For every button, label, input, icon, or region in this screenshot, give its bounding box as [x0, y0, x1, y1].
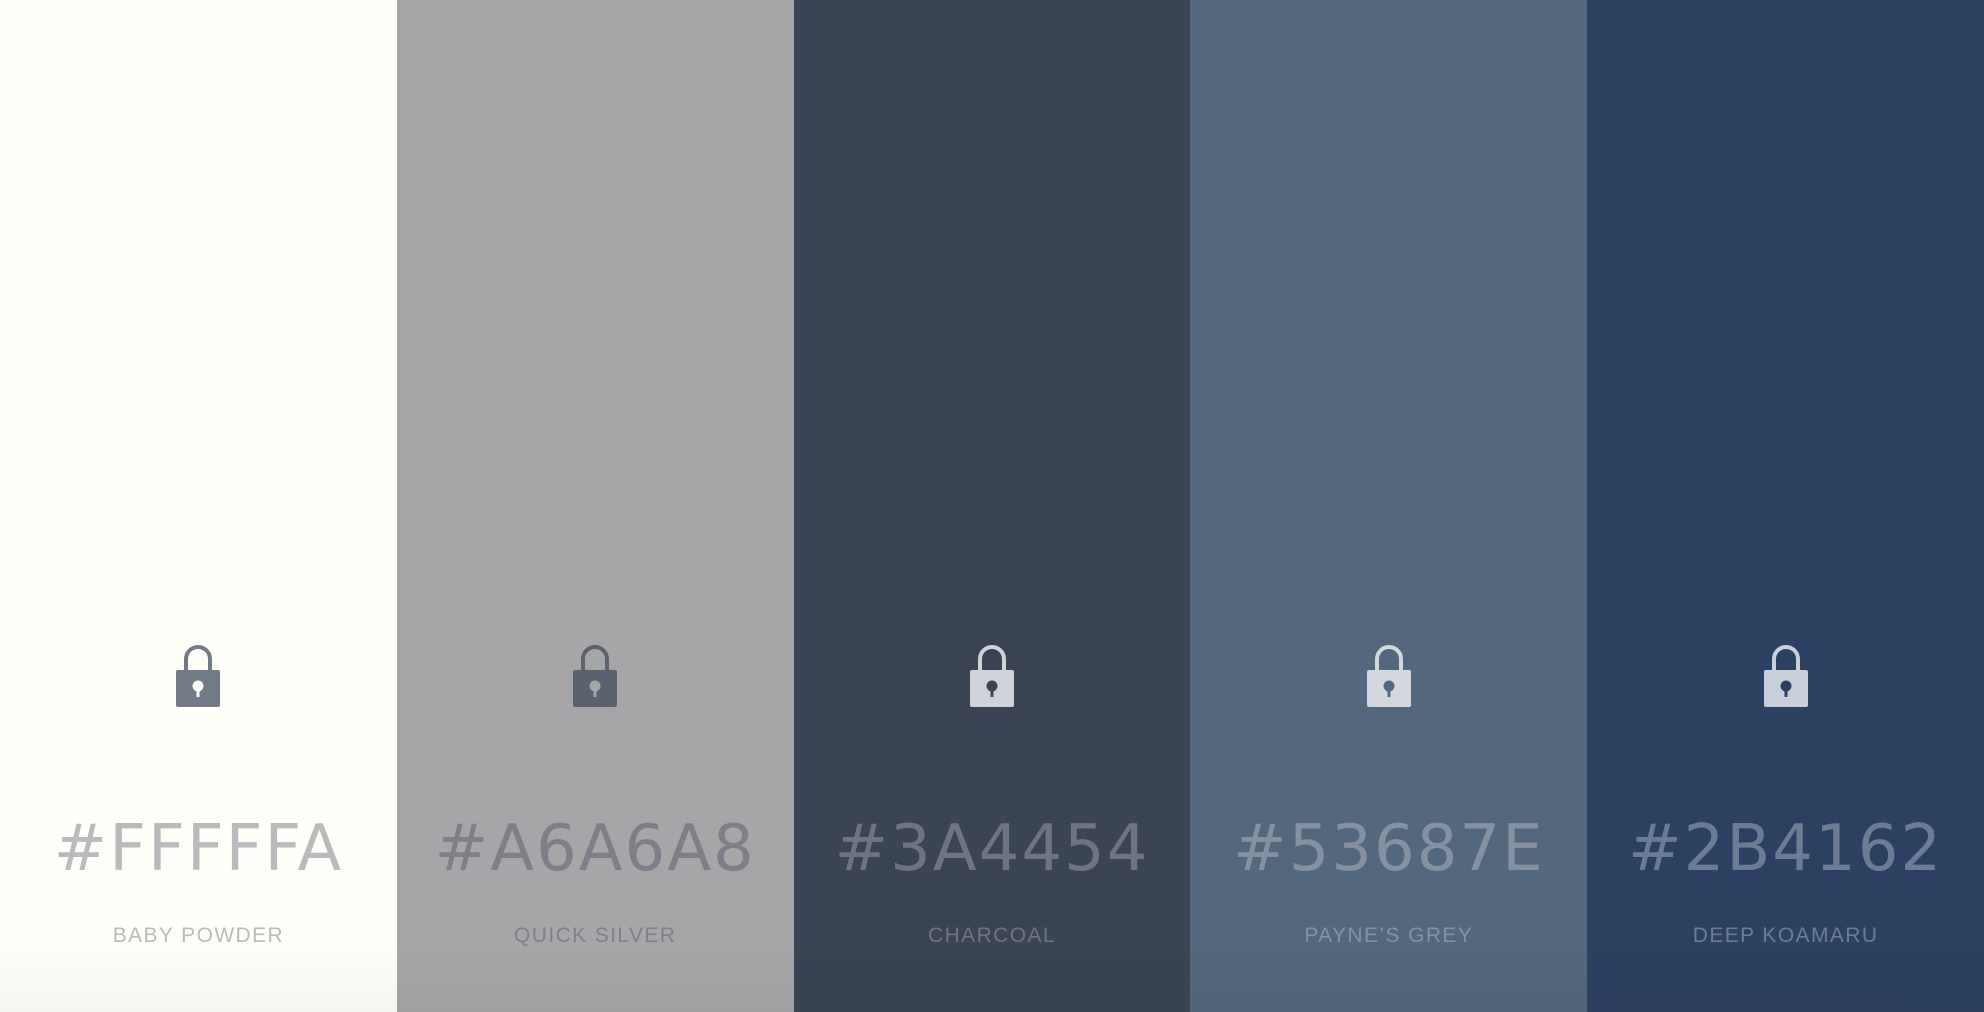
lock-icon [1366, 645, 1411, 707]
color-name[interactable]: BABY POWDER [0, 920, 397, 952]
lock-icon [176, 645, 221, 707]
lock-button[interactable] [168, 642, 228, 710]
hex-code[interactable]: #A6A6A8 [397, 808, 794, 890]
color-swatch-charcoal[interactable]: #3A4454 CHARCOAL [793, 0, 1191, 1012]
swatch-shadow [0, 942, 397, 1012]
hex-code[interactable]: #FFFFFA [0, 808, 397, 890]
hex-code[interactable]: #3A4454 [794, 808, 1191, 890]
color-swatch-deep-koamaru[interactable]: #2B4162 DEEP KOAMARU [1587, 0, 1984, 1012]
lock-button[interactable] [1756, 642, 1816, 710]
color-name[interactable]: PAYNE’S GREY [1190, 920, 1587, 952]
lock-button[interactable] [565, 642, 625, 710]
swatch-shadow [396, 942, 794, 1012]
color-name[interactable]: CHARCOAL [794, 920, 1191, 952]
lock-button[interactable] [962, 642, 1022, 710]
color-palette: #FFFFFA BABY POWDER #A6A6A8 QUICK SILVER [0, 0, 1984, 1012]
color-swatch-baby-powder[interactable]: #FFFFFA BABY POWDER [0, 0, 397, 1012]
color-name[interactable]: DEEP KOAMARU [1587, 920, 1984, 952]
swatch-shadow [1190, 942, 1588, 1012]
color-name[interactable]: QUICK SILVER [397, 920, 794, 952]
color-swatch-quick-silver[interactable]: #A6A6A8 QUICK SILVER [396, 0, 794, 1012]
hex-code[interactable]: #53687E [1190, 808, 1587, 890]
lock-icon [969, 645, 1014, 707]
lock-icon [1763, 645, 1808, 707]
swatch-shadow [1587, 942, 1984, 1012]
swatch-shadow [793, 942, 1191, 1012]
lock-button[interactable] [1359, 642, 1419, 710]
hex-code[interactable]: #2B4162 [1587, 808, 1984, 890]
color-swatch-paynes-grey[interactable]: #53687E PAYNE’S GREY [1190, 0, 1588, 1012]
lock-icon [573, 645, 618, 707]
